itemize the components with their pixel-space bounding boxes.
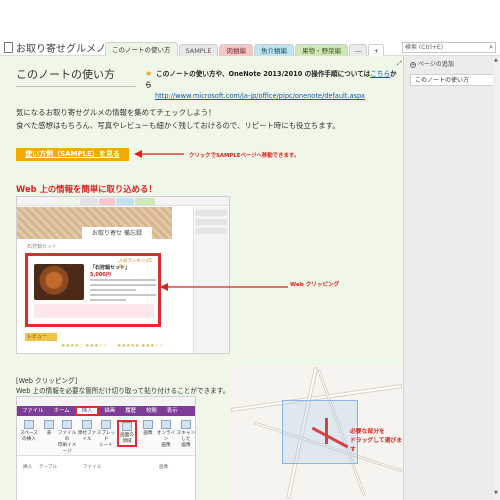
info-note: ★ このノートの使い方や、OneNote 2013/2010 の操作手順については… bbox=[145, 68, 400, 102]
pictures-button: 画像 bbox=[138, 420, 158, 437]
web-clipping-heading: [Web クリッピング] Web 上の情報を必要な箇所だけ切り取って貼り付けるこ… bbox=[16, 376, 229, 396]
intro-line-2: 食べた感想はもちろん、写真やレビューも細かく残しておけるので、リピート時にも役立… bbox=[16, 121, 340, 130]
rating-stars: ★★★★☆ ★★★☆☆ bbox=[61, 343, 108, 349]
product-description bbox=[90, 279, 156, 304]
tab-meat[interactable]: 肉類編 bbox=[219, 44, 253, 56]
ribbon-commands: スペース の挿入 表 ファイルの 印刷イメージ 添付ファイル スプレッド シート… bbox=[17, 416, 195, 470]
web-heading: Web 上の情報を簡単に取り込める！ bbox=[16, 184, 157, 194]
map-note-line-2: ドラッグして選びます bbox=[350, 438, 402, 453]
mini-tab-bar bbox=[17, 197, 229, 206]
review-label: レビュー bbox=[25, 333, 57, 341]
page-list-item[interactable]: このノートの使い方 bbox=[410, 74, 498, 86]
expand-icon[interactable]: ⤢ bbox=[397, 60, 402, 68]
online-pictures-button: オンライン 画像 bbox=[156, 420, 176, 449]
tab-more[interactable]: — bbox=[348, 44, 368, 56]
onenote-help-link[interactable]: http://www.microsoft.com/ja-jp/office/pi… bbox=[155, 91, 400, 102]
note-lead: このノートの使い方や、OneNote 2013/2010 の操作手順については bbox=[156, 70, 371, 78]
insert-space-button: スペース の挿入 bbox=[19, 420, 39, 443]
page-canvas: ⤢ このノートの使い方 ★ このノートの使い方や、OneNote 2013/201… bbox=[0, 56, 403, 500]
view-sample-button[interactable]: 使い方例（SAMPLE）を見る bbox=[16, 148, 129, 161]
group-files: ファイル bbox=[83, 465, 102, 470]
banner-image: お取り寄せ 備忘録 bbox=[17, 207, 172, 240]
ribbon-screenshot: ファイル ホーム 挿入 描画 履歴 校閲 表示 スペース の挿入 表 ファイルの… bbox=[16, 396, 196, 500]
tab-sample[interactable]: SAMPLE bbox=[178, 44, 219, 56]
ribbon-tabs: ファイル ホーム 挿入 描画 履歴 校閲 表示 bbox=[17, 406, 195, 416]
example-screenshot: お取り寄せ 備忘録 石狩鍋セット 人気ランキング1位！ 「石狩鍋セット」 5,0… bbox=[16, 196, 230, 354]
arrow-left-icon bbox=[134, 150, 184, 158]
ribbon-tab-review: 校閲 bbox=[145, 408, 157, 414]
web-clipping-title: [Web クリッピング] bbox=[16, 377, 78, 385]
group-images: 画像 bbox=[159, 465, 169, 470]
star-icon: ★ bbox=[145, 69, 153, 78]
map-note-line-1: 必要な部分を bbox=[350, 429, 385, 435]
tab-how-to-use[interactable]: このノートの使い方 bbox=[105, 42, 178, 56]
ribbon-tab-home: ホーム bbox=[53, 408, 70, 414]
quick-access-bar bbox=[17, 397, 195, 406]
ribbon-tab-history: 履歴 bbox=[125, 408, 136, 414]
web-clipping-desc: Web 上の情報を必要な箇所だけ切り取って貼り付けることができます。 bbox=[16, 387, 230, 395]
add-page-button[interactable]: + ページの追加 bbox=[410, 59, 454, 68]
intro-line-1: 気になるお取り寄せグルメの情報を集めてチェックしよう！ bbox=[16, 108, 216, 117]
top-bar: お取り寄せグルメノート ▼ このノートの使い方 SAMPLE 肉類編 魚介類編 … bbox=[0, 0, 500, 56]
table-button: 表 bbox=[39, 420, 59, 437]
product-title: 「石狩鍋セット」 bbox=[90, 265, 131, 271]
banner-title: お取り寄せ 備忘録 bbox=[82, 227, 152, 240]
ribbon-tab-file: ファイル bbox=[22, 408, 44, 414]
attach-file-button: 添付ファイル bbox=[77, 420, 97, 443]
tab-seafood[interactable]: 魚介類編 bbox=[253, 44, 294, 56]
info-strip bbox=[34, 304, 154, 318]
sample-note: クリックでSAMPLEページへ移動できます。 bbox=[189, 153, 300, 159]
group-tables: テーブル bbox=[39, 465, 58, 470]
page-list-pane: + ページの追加 このノートの使い方 bbox=[403, 56, 500, 500]
product-label: 石狩鍋セット bbox=[27, 244, 58, 250]
intro-text: 気になるお取り寄せグルメの情報を集めてチェックしよう！ 食べた感想はもちろん、写… bbox=[16, 106, 340, 132]
section-tabs: このノートの使い方 SAMPLE 肉類編 魚介類編 果物・野菜編 — + bbox=[105, 41, 385, 56]
scanned-image-button: スキャンした 画像 bbox=[176, 420, 195, 449]
clipped-content: 人気ランキング1位！ 「石狩鍋セット」 5,000円 bbox=[25, 253, 161, 327]
web-clipping-note: Web クリッピング bbox=[290, 282, 340, 288]
tab-fruit-vegetables[interactable]: 果物・野菜編 bbox=[294, 44, 348, 56]
rating-stars: ★★★★★ ★★★☆☆ bbox=[117, 343, 164, 349]
search-icon[interactable]: ⌕ bbox=[489, 43, 493, 52]
food-photo bbox=[34, 264, 84, 300]
ribbon-tab-draw: 描画 bbox=[104, 408, 116, 414]
search-input[interactable]: 検索 (Ctrl+E) ⌕ bbox=[402, 42, 496, 53]
map-note: 必要な部分を ドラッグして選びます bbox=[350, 428, 403, 455]
scroll-up-icon[interactable]: ▲ bbox=[494, 57, 498, 63]
page-title[interactable]: このノートの使い方 bbox=[16, 66, 136, 87]
group-insert: 挿入 bbox=[23, 465, 33, 470]
search-placeholder: 検索 (Ctrl+E) bbox=[405, 44, 444, 51]
ribbon-tab-insert: 挿入 bbox=[74, 406, 100, 416]
here-link[interactable]: こちら bbox=[370, 70, 390, 78]
arrow-left-icon bbox=[160, 283, 288, 291]
scrollbar[interactable] bbox=[493, 56, 500, 500]
scroll-down-icon[interactable]: ▼ bbox=[494, 490, 498, 496]
mini-page-list bbox=[193, 207, 229, 353]
ribbon-tab-view: 表示 bbox=[166, 408, 178, 414]
screen-clipping-button: 画面の 領域 bbox=[117, 420, 137, 447]
spreadsheet-button: スプレッド シート bbox=[96, 420, 116, 449]
plus-icon: + bbox=[410, 62, 416, 68]
notebook-icon bbox=[4, 41, 13, 53]
add-page-label: ページの追加 bbox=[418, 61, 454, 68]
add-section-button[interactable]: + bbox=[368, 44, 384, 56]
product-price: 5,000円 bbox=[90, 272, 111, 278]
file-printout-button: ファイルの 印刷イメージ bbox=[57, 420, 77, 455]
